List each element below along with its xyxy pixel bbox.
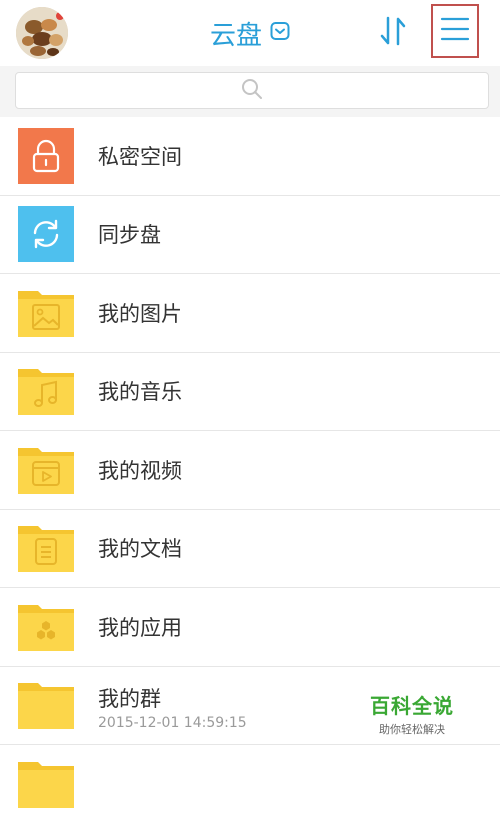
title-dropdown[interactable]: 云盘 bbox=[210, 15, 290, 52]
avatar[interactable] bbox=[16, 7, 68, 59]
folder-document-icon bbox=[18, 520, 74, 576]
folder-music-icon bbox=[18, 363, 74, 419]
list-item-label: 我的音乐 bbox=[98, 380, 182, 405]
folder-video-icon bbox=[18, 442, 74, 498]
folder-image-icon bbox=[18, 285, 74, 341]
list-item-my-apps[interactable]: 我的应用 bbox=[0, 588, 500, 667]
chevron-down-box-icon bbox=[270, 18, 290, 48]
list-item-my-videos[interactable]: 我的视频 bbox=[0, 431, 500, 510]
list-item-label: 私密空间 bbox=[98, 144, 182, 169]
lock-icon bbox=[18, 127, 74, 184]
search-icon bbox=[241, 78, 263, 104]
list-item-sync-disk[interactable]: 同步盘 bbox=[0, 196, 500, 274]
avatar-image bbox=[16, 7, 68, 59]
folder-icon bbox=[18, 677, 74, 733]
sort-button[interactable] bbox=[372, 12, 414, 54]
sort-arrows-icon bbox=[379, 16, 407, 50]
list-item-private-space[interactable]: 私密空间 bbox=[0, 117, 500, 196]
list-item-label: 我的图片 bbox=[98, 301, 182, 326]
sync-icon bbox=[18, 206, 74, 263]
list-item-timestamp: 2015-12-01 14:59:15 bbox=[98, 714, 247, 731]
list-item-label: 同步盘 bbox=[98, 223, 161, 248]
hamburger-menu-icon bbox=[440, 15, 470, 47]
list-item-label: 我的应用 bbox=[98, 615, 182, 640]
list-item-label: 我的文档 bbox=[98, 537, 182, 562]
watermark-subtitle: 助你轻松解决 bbox=[379, 723, 445, 736]
list-item-label: 我的视频 bbox=[98, 458, 182, 483]
menu-button[interactable] bbox=[431, 4, 479, 58]
list-item-partial[interactable] bbox=[0, 745, 500, 824]
folder-apps-icon bbox=[18, 599, 74, 655]
watermark-logo: 百科全说 助你轻松解决 bbox=[352, 690, 472, 740]
page-title: 云盘 bbox=[209, 20, 262, 51]
list-item-my-music[interactable]: 我的音乐 bbox=[0, 353, 500, 431]
search-input[interactable] bbox=[15, 72, 489, 109]
watermark-title: 百科全说 bbox=[370, 694, 454, 718]
app-header: 云盘 bbox=[0, 0, 500, 66]
list-item-my-documents[interactable]: 我的文档 bbox=[0, 510, 500, 588]
list-item-my-pictures[interactable]: 我的图片 bbox=[0, 274, 500, 353]
list-item-label: 我的群 bbox=[98, 686, 161, 711]
folder-icon bbox=[18, 756, 74, 812]
